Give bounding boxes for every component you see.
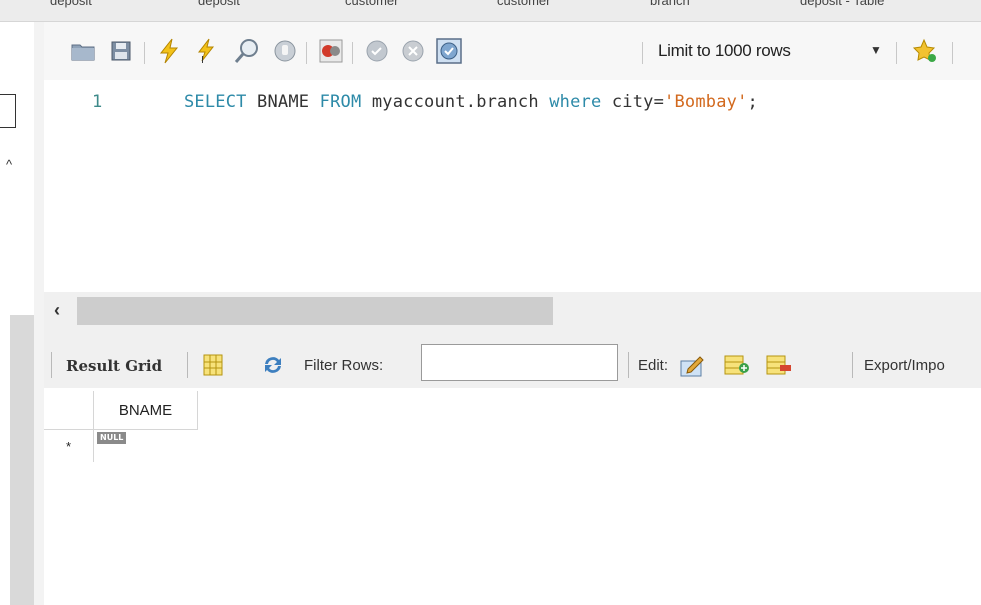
result-toolbar: Result Grid Filter Rows: Edit: Export/Im… [44,330,981,388]
toolbar-separator [144,42,145,64]
insert-row-icon[interactable] [724,352,750,378]
autocommit-icon[interactable] [436,38,462,64]
save-icon[interactable] [108,38,134,64]
toolbar-separator [51,352,52,378]
column-header-bname[interactable]: BNAME [94,391,198,430]
filter-rows-label: Filter Rows: [304,357,384,374]
panel-divider[interactable] [34,22,44,605]
beautify-star-icon[interactable] [912,38,938,64]
open-folder-icon[interactable] [70,38,96,64]
refresh-icon[interactable] [260,352,286,378]
toolbar-separator [306,42,307,64]
sql-editor-toolbar: I Limit to 1000 rows ▼ [44,22,981,80]
side-scroll-strip [10,315,34,605]
sql-text: city= [601,92,665,112]
toolbar-separator [352,42,353,64]
execute-icon[interactable] [156,38,182,64]
toolbar-separator [187,352,188,378]
svg-text:I: I [201,55,204,64]
tab-deposit-2[interactable]: deposit [198,0,240,8]
sql-keyword: FROM [319,92,362,112]
tab-deposit-table[interactable]: deposit - Table [800,0,884,8]
collapse-caret-icon[interactable]: ^ [6,157,12,172]
toggle-error-icon[interactable] [318,38,344,64]
toolbar-separator [896,42,897,64]
editor-horizontal-scrollbar[interactable]: ‹ [44,292,981,330]
null-value-badge[interactable]: NULL [97,432,127,444]
sql-keyword: SELECT [184,92,247,112]
new-row-indicator: * [44,430,94,462]
navigator-search-box[interactable] [0,94,16,128]
sql-string-literal: 'Bombay' [664,92,748,112]
tab-customer[interactable]: customer [345,0,398,8]
export-import-label[interactable]: Export/Impo [864,357,945,374]
result-grid-tab[interactable]: Result Grid [66,357,162,375]
sql-text: myaccount.branch [361,92,550,112]
edit-label: Edit: [638,357,669,374]
limit-rows-dropdown-icon[interactable]: ▼ [870,43,882,57]
tab-customer-2[interactable]: customer [497,0,550,8]
filter-rows-input[interactable] [421,344,618,381]
sql-text: ; [747,92,758,112]
result-grid: BNAME * NULL [44,388,981,605]
scroll-left-arrow-icon[interactable]: ‹ [54,300,60,321]
toolbar-separator [628,352,629,378]
line-number: 1 [92,92,103,112]
grid-layout-icon[interactable] [200,352,226,378]
scrollbar-thumb[interactable] [77,297,553,325]
sql-editor[interactable]: 1 SELECT BNAME FROM myaccount.branch whe… [44,80,981,292]
sql-code-line[interactable]: SELECT BNAME FROM myaccount.branch where… [184,92,758,112]
toolbar-separator [852,352,853,378]
tab-deposit[interactable]: deposit [50,0,92,8]
stop-icon[interactable] [272,38,298,64]
commit-icon[interactable] [364,38,390,64]
toolbar-separator [642,42,643,64]
tab-branch[interactable]: branch [650,0,690,8]
navigator-panel-edge: ^ [0,22,34,605]
delete-row-icon[interactable] [766,352,792,378]
explain-magnifier-icon[interactable] [234,38,260,64]
limit-rows-select[interactable]: Limit to 1000 rows [658,41,791,61]
edit-cell-icon[interactable] [680,352,706,378]
sql-keyword: where [549,92,602,112]
editor-tab-strip: deposit deposit customer customer branch… [0,0,981,22]
execute-current-icon[interactable]: I [194,38,220,64]
grid-corner-cell[interactable] [44,391,94,430]
rollback-icon[interactable] [400,38,426,64]
toolbar-separator [952,42,953,64]
sql-text: BNAME [246,92,320,112]
